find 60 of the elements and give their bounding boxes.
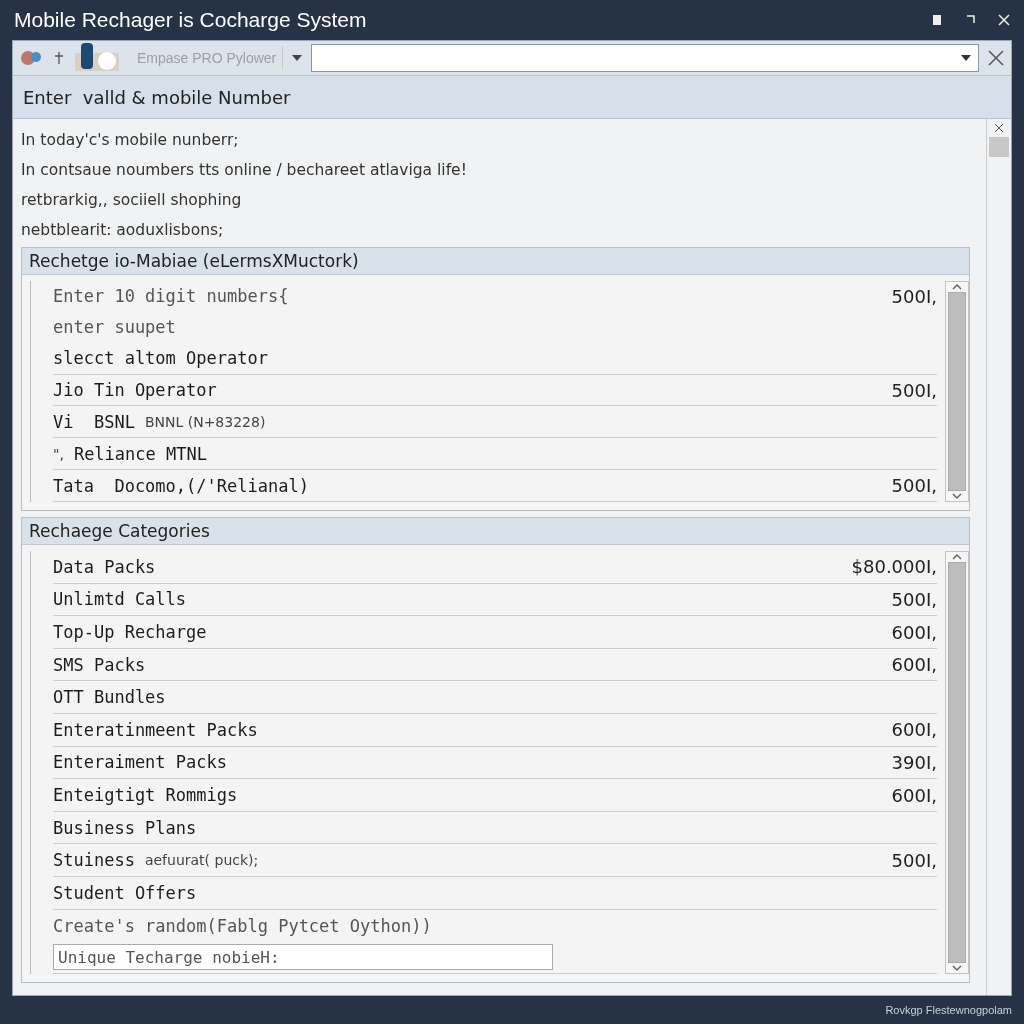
row-label: Business Plans	[53, 817, 197, 838]
row-value: 500I,	[891, 588, 937, 610]
row-value: 390I,	[891, 751, 937, 773]
row-value: 600I,	[891, 621, 937, 643]
plus-icon[interactable]	[53, 50, 65, 66]
row-value: 500I,	[891, 379, 937, 401]
row-marker: ",	[53, 445, 64, 462]
scroll-down-icon[interactable]	[951, 963, 963, 973]
scrollbar[interactable]	[945, 281, 969, 502]
row-label: Create's random(Fablg Pytcet Oython))	[53, 915, 432, 936]
row-value: 600I,	[891, 784, 937, 806]
row-label: Top-Up Recharge	[53, 622, 207, 642]
row-value: 500I,	[891, 285, 937, 307]
row-value: 500I,	[891, 475, 937, 497]
scroll-up-icon[interactable]	[951, 282, 963, 292]
row-label: Stuiness	[53, 850, 135, 871]
row-label: Enteraiment Packs	[53, 752, 227, 773]
row-value: 500I,	[891, 849, 937, 871]
row-label: slecct altom Operator	[53, 348, 268, 369]
row-note: BNNL (N+83228)	[144, 413, 266, 430]
status-text: Rovkgp Flestewnogpolam	[885, 1004, 1012, 1016]
scrollbar[interactable]	[945, 551, 969, 974]
caret-icon[interactable]	[291, 54, 304, 62]
row-value: $80.000I,	[851, 556, 937, 578]
combo-field[interactable]	[311, 44, 979, 72]
row-label: Enter 10 digit numbers{	[53, 286, 289, 307]
panel-title: Rechetge io-Mabiae (eLermsXMuctork)	[29, 251, 359, 271]
intro-line: In today'c's mobile nunberr;	[21, 130, 240, 151]
close-icon[interactable]	[987, 49, 1005, 67]
row-value: 600I,	[891, 654, 937, 676]
panel-title: Rechaege Categories	[29, 521, 210, 541]
row-label: Enteratinmeent Packs	[53, 719, 258, 740]
row-label: Reliance MTNL	[73, 443, 207, 464]
caret-icon[interactable]	[960, 54, 972, 62]
toolbar-label: Empase PRO Pylower	[131, 46, 284, 70]
row-label: Unlimtd Calls	[53, 589, 187, 610]
row-label: Enteigtigt Rommigs	[53, 785, 238, 806]
scroll-thumb[interactable]	[948, 292, 966, 491]
scroll-down-icon[interactable]	[951, 491, 963, 501]
intro-line: nebtblearit: aoduxlisbons;	[21, 220, 225, 241]
scroll-up-icon[interactable]	[951, 552, 963, 562]
row-label: Student Offers	[53, 882, 197, 903]
scroll-thumb[interactable]	[989, 137, 1009, 157]
close-icon[interactable]	[994, 123, 1004, 133]
row-value: 600I,	[891, 719, 937, 741]
scroll-thumb[interactable]	[948, 562, 966, 963]
row-label: Data Packs	[53, 556, 156, 577]
input-field[interactable]: Unique Techarge nobieH:	[53, 944, 553, 971]
scrollbar[interactable]	[986, 119, 1011, 995]
intro-line: retbrarkig,, sociiell shophing	[21, 190, 243, 211]
row-note: aefuurat( puck);	[144, 852, 259, 869]
row-label: enter suupet	[53, 317, 176, 338]
row-label: SMS Packs	[53, 654, 146, 675]
row-label: Tata Docomo,(/'Relianal)	[53, 475, 309, 496]
row-label: Vi BSNL	[53, 411, 135, 432]
row-label: Jio Tin Operator	[53, 380, 217, 400]
header-title: Enter valld & mobile Number	[23, 86, 291, 108]
intro-line: In contsaue noumbers tts online / bechareet atlaviga life!	[21, 160, 468, 181]
window-title: Mobile Rechager is Cocharge System	[14, 8, 367, 32]
row-label: OTT Bundles	[53, 687, 166, 708]
